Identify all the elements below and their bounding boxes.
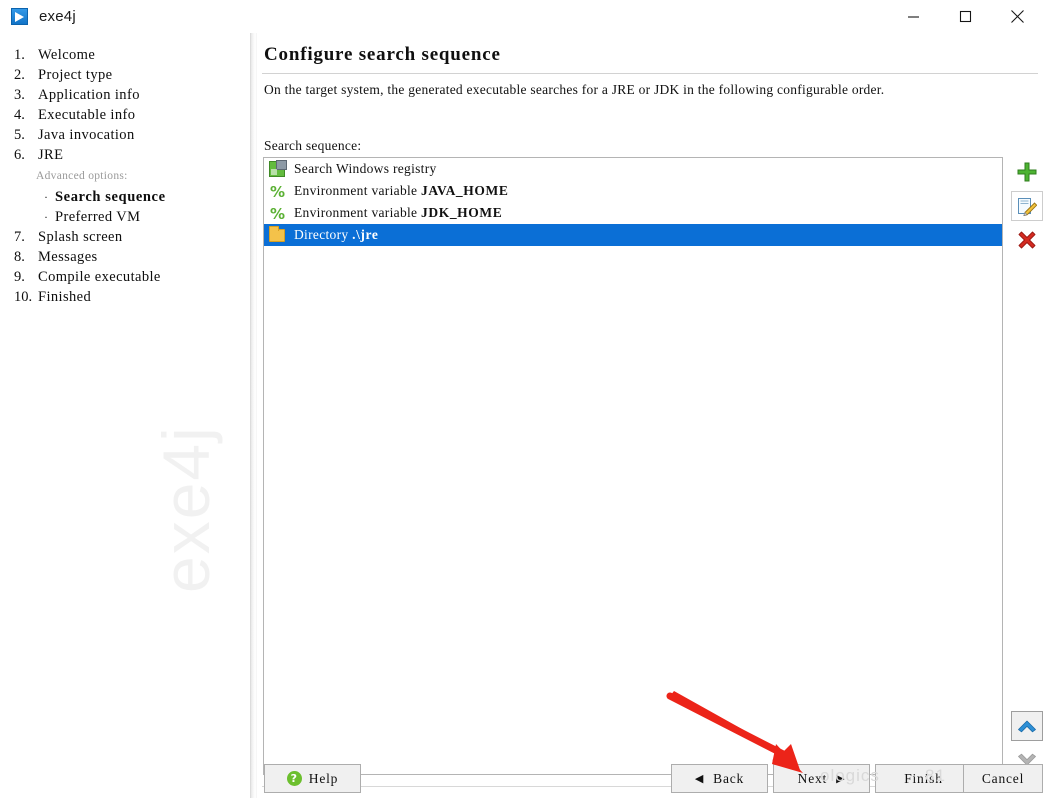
sidebar-subitem-label: Preferred VM <box>55 209 141 225</box>
search-sequence-list[interactable]: Search Windows registry % Environment va… <box>263 157 1003 775</box>
folder-icon <box>269 226 285 242</box>
windows-registry-icon <box>269 160 287 177</box>
list-item[interactable]: Search Windows registry <box>264 158 1002 180</box>
window-title: exe4j <box>39 8 76 25</box>
step-label: Project type <box>38 67 113 83</box>
back-button-label: Back <box>713 770 745 786</box>
cancel-button-label: Cancel <box>981 770 1025 786</box>
sidebar-item-compile-executable[interactable]: 9. Compile executable <box>14 267 244 287</box>
sidebar-item-preferred-vm[interactable]: · Preferred VM <box>44 207 244 227</box>
chevron-left-icon: ◀ <box>694 772 705 785</box>
sidebar-item-finished[interactable]: 10. Finished <box>14 287 244 307</box>
step-number: 9. <box>14 269 25 285</box>
search-sequence-label: Search sequence: <box>264 138 362 153</box>
step-number: 6. <box>14 147 25 163</box>
page-title: Configure search sequence <box>264 44 501 65</box>
sidebar-item-splash-screen[interactable]: 7. Splash screen <box>14 227 244 247</box>
list-item-label: Search Windows registry <box>294 161 437 176</box>
title-separator <box>262 73 1038 74</box>
step-number: 4. <box>14 107 25 123</box>
step-number: 8. <box>14 249 25 265</box>
advanced-options-label: Advanced options: <box>36 170 128 182</box>
delete-entry-button[interactable] <box>1011 225 1043 255</box>
list-item[interactable]: % Environment variable JDK_HOME <box>264 202 1002 224</box>
back-button[interactable]: ◀ Back <box>671 764 768 793</box>
title-bar: exe4j <box>0 0 1043 33</box>
step-label: Finished <box>38 289 92 305</box>
step-number: 5. <box>14 127 25 143</box>
minimize-icon[interactable] <box>887 0 939 33</box>
chevron-right-icon: ▶ <box>836 772 846 785</box>
sidebar-item-java-invocation[interactable]: 5. Java invocation <box>14 125 244 145</box>
sidebar-subitem-label: Search sequence <box>55 189 166 205</box>
help-button-label: Help <box>308 770 339 786</box>
help-button[interactable]: ? Help <box>264 764 361 793</box>
bullet-icon: · <box>44 210 48 224</box>
delete-icon <box>1018 231 1036 249</box>
step-number: 10. <box>14 289 33 305</box>
next-button[interactable]: Next ▶ <box>773 764 870 793</box>
list-item[interactable]: % Environment variable JAVA_HOME <box>264 180 1002 202</box>
sidebar-item-project-type[interactable]: 2. Project type <box>14 65 244 85</box>
finish-button[interactable]: Finish <box>875 764 972 793</box>
sidebar-item-application-info[interactable]: 3. Application info <box>14 85 244 105</box>
sidebar-item-search-sequence[interactable]: · Search sequence <box>44 187 244 207</box>
main-panel: Configure search sequence On the target … <box>257 33 1043 798</box>
cancel-button[interactable]: Cancel <box>963 764 1043 793</box>
step-label: Java invocation <box>38 127 135 143</box>
environment-variable-icon: % <box>269 183 286 201</box>
step-number: 2. <box>14 67 25 83</box>
list-item-label: Environment variable JDK_HOME <box>294 205 503 220</box>
add-entry-button[interactable] <box>1011 157 1043 187</box>
step-number: 1. <box>14 47 25 63</box>
exe4j-watermark: exe4j <box>149 425 223 593</box>
step-label: Welcome <box>38 47 96 63</box>
move-up-button[interactable] <box>1011 711 1043 741</box>
sidebar-item-jre[interactable]: 6. JRE <box>14 145 244 165</box>
step-label: Splash screen <box>38 229 123 245</box>
close-icon[interactable] <box>991 0 1043 33</box>
wizard-step-list: 1. Welcome 2. Project type 3. Applicatio… <box>14 45 244 307</box>
next-button-label: Next <box>797 770 828 786</box>
page-description: On the target system, the generated exec… <box>264 82 885 97</box>
sidebar-item-welcome[interactable]: 1. Welcome <box>14 45 244 65</box>
list-item-label: Environment variable JAVA_HOME <box>294 183 509 198</box>
bullet-icon: · <box>44 190 48 204</box>
environment-variable-icon: % <box>269 205 286 223</box>
edit-icon <box>1018 198 1037 216</box>
step-number: 3. <box>14 87 25 103</box>
finish-button-label: Finish <box>904 770 943 786</box>
window-controls <box>887 0 1043 33</box>
exe4j-logo-icon <box>11 8 28 25</box>
step-label: Executable info <box>38 107 136 123</box>
list-item-selected[interactable]: Directory .\jre <box>264 224 1002 246</box>
step-label: Compile executable <box>38 269 161 285</box>
step-label: Messages <box>38 249 98 265</box>
maximize-icon[interactable] <box>939 0 991 33</box>
move-up-icon <box>1018 720 1036 733</box>
sidebar-divider <box>250 33 257 798</box>
step-label: JRE <box>38 147 64 163</box>
step-label: Application info <box>38 87 140 103</box>
edit-entry-button[interactable] <box>1011 191 1043 221</box>
help-icon: ? <box>286 771 302 786</box>
wizard-steps-sidebar: 1. Welcome 2. Project type 3. Applicatio… <box>0 33 250 798</box>
add-icon <box>1017 162 1037 182</box>
sidebar-item-executable-info[interactable]: 4. Executable info <box>14 105 244 125</box>
sidebar-item-messages[interactable]: 8. Messages <box>14 247 244 267</box>
list-item-label: Directory .\jre <box>294 227 379 242</box>
step-number: 7. <box>14 229 25 245</box>
exe4j-wizard-window: exe4j 1. Welcome 2. Project type 3. Appl… <box>0 0 1043 798</box>
